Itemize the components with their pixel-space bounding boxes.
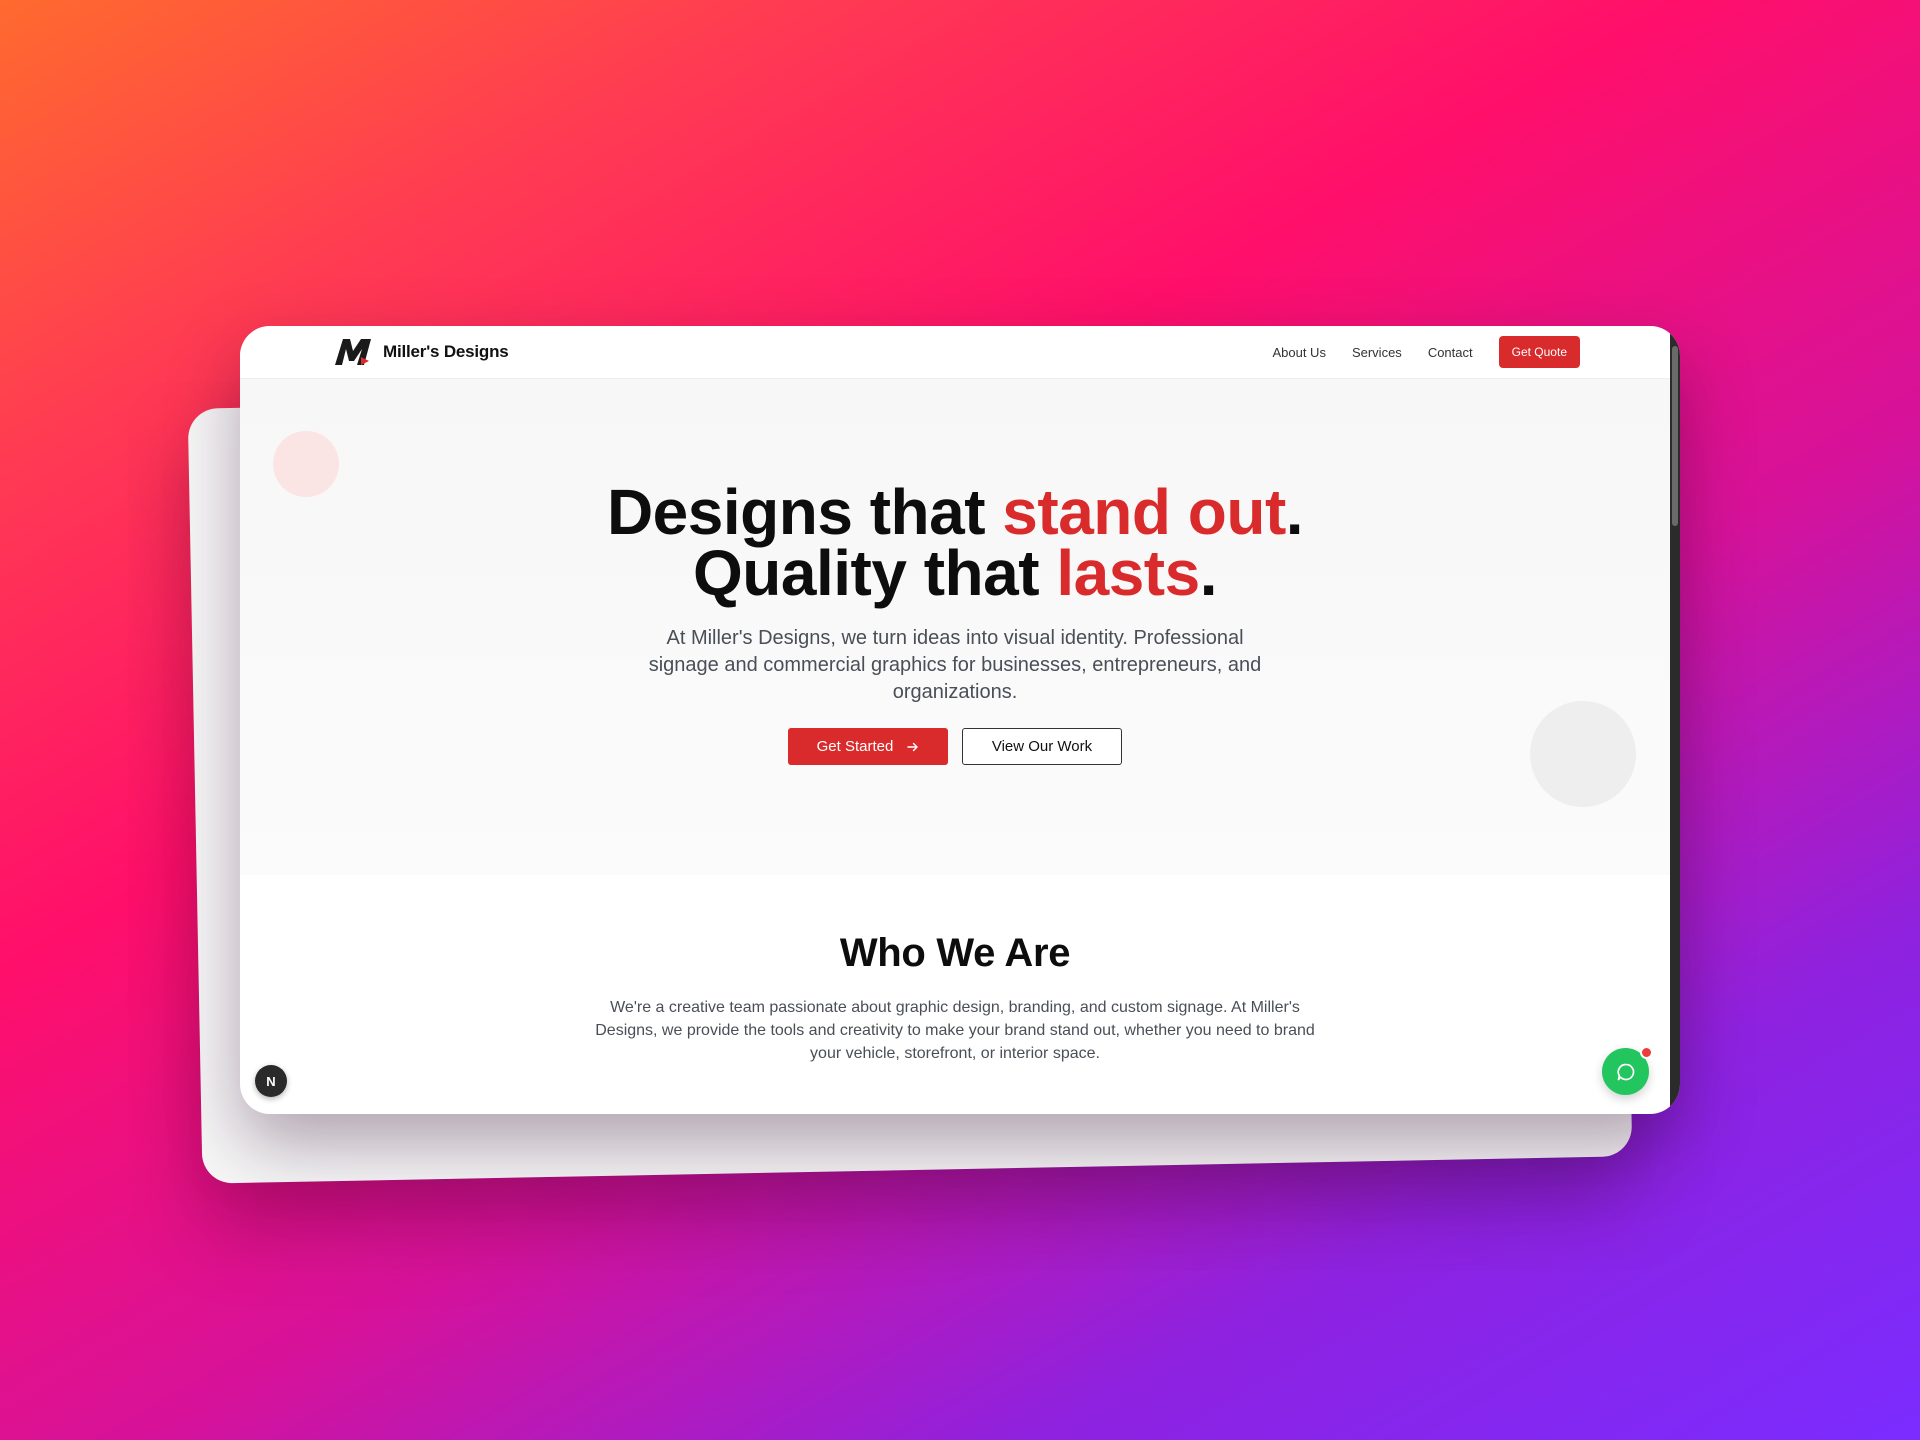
hero-section: Designs that stand out. Quality that las… (240, 379, 1670, 875)
get-quote-button[interactable]: Get Quote (1498, 336, 1580, 368)
scrollbar-thumb[interactable] (1672, 346, 1678, 526)
hero-title-text: . (1199, 537, 1218, 609)
nav-links: About Us Services Contact Get Quote (1246, 336, 1580, 368)
hero-title-line2: Quality that lasts. (693, 537, 1217, 609)
get-started-button[interactable]: Get Started (788, 728, 948, 765)
scrollbar[interactable] (1670, 326, 1680, 1114)
dev-tools-badge[interactable]: N (255, 1065, 287, 1097)
about-title: Who We Are (839, 931, 1071, 975)
arrow-right-icon (907, 742, 919, 751)
notification-dot (1640, 1046, 1653, 1059)
view-our-work-label: View Our Work (991, 738, 1093, 755)
hero-title-accent: lasts (1056, 537, 1200, 609)
chat-bubble-icon (1616, 1063, 1634, 1080)
brand-name: Miller's Designs (383, 342, 509, 361)
nav-link-about[interactable]: About Us (1272, 345, 1325, 360)
hero-title: Designs that stand out. Quality that las… (240, 480, 1670, 605)
about-text: We're a creative team passionate about g… (595, 999, 1315, 1062)
brand[interactable]: Miller's Designs (333, 337, 509, 367)
chat-button[interactable] (1602, 1046, 1653, 1095)
hero-title-text: Quality that (693, 537, 1057, 609)
nav-link-contact[interactable]: Contact (1428, 345, 1473, 360)
nav-link-services[interactable]: Services (1352, 345, 1402, 360)
view-our-work-button[interactable]: View Our Work (962, 728, 1122, 765)
hero-subtitle: At Miller's Designs, we turn ideas into … (648, 627, 1262, 703)
navbar: Miller's Designs About Us Services Conta… (240, 326, 1670, 379)
hero-buttons: Get Started View Our Work (240, 728, 1670, 765)
get-started-label: Get Started (816, 738, 894, 755)
logo-icon (335, 339, 371, 365)
hero-title-text: . (1285, 476, 1304, 548)
browser-window: Miller's Designs About Us Services Conta… (240, 326, 1680, 1114)
